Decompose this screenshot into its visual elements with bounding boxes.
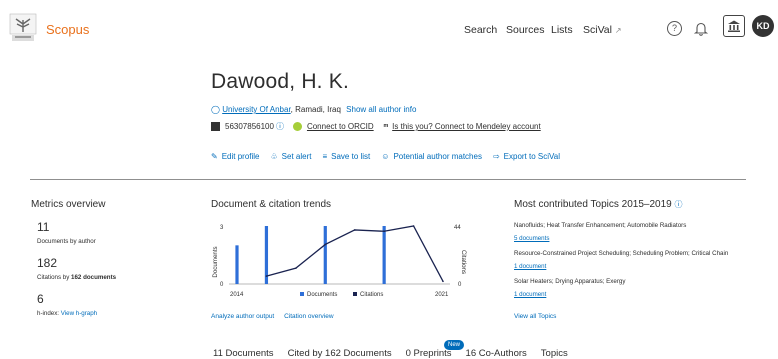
- user-avatar[interactable]: KD: [752, 15, 774, 37]
- top-bar: Scopus Search Sources Lists SciVal ↗ ? K…: [0, 0, 778, 60]
- affiliation-link[interactable]: University Of Anbar: [222, 105, 290, 114]
- topics-title-text: Most contributed Topics 2015–2019: [514, 199, 672, 210]
- set-alert-label: Set alert: [281, 152, 312, 161]
- topic-item-documents-link[interactable]: 5 documents: [514, 235, 549, 242]
- legend-documents-label: Documents: [307, 292, 337, 298]
- elsevier-logo-icon[interactable]: [8, 12, 38, 44]
- view-h-graph-link[interactable]: View h-graph: [61, 310, 97, 317]
- metrics-overview-title: Metrics overview: [31, 199, 106, 210]
- h-index-label: h-index:: [37, 310, 61, 317]
- scopus-brand[interactable]: Scopus: [46, 22, 89, 37]
- export-to-scival-button[interactable]: ⇨ Export to SciVal: [493, 152, 560, 161]
- legend-citations-swatch: [353, 292, 357, 296]
- bell-icon: ♧: [270, 152, 278, 161]
- mendeley-connect-link[interactable]: Is this you? Connect to Mendeley account: [392, 122, 541, 131]
- y-right-tick-max: 44: [454, 225, 461, 231]
- tab-cited-by[interactable]: Cited by 162 Documents: [288, 348, 392, 359]
- h-index-label-row: h-index: View h-graph: [37, 310, 97, 317]
- citation-overview-link[interactable]: Citation overview: [284, 313, 334, 320]
- topic-item-name: Resource-Constrained Project Scheduling;…: [514, 250, 729, 257]
- citations-point[interactable]: [383, 230, 385, 233]
- export-to-scival-label: Export to SciVal: [503, 152, 560, 161]
- documents-count: 11: [37, 220, 50, 234]
- potential-author-matches-button[interactable]: ☺ Potential author matches: [381, 152, 482, 161]
- mendeley-icon: ᵐ: [383, 122, 389, 131]
- legend-citations-label: Citations: [360, 292, 383, 298]
- section-divider: [30, 179, 746, 180]
- tab-documents[interactable]: 11 Documents: [213, 348, 274, 359]
- nav-scival[interactable]: SciVal ↗: [583, 24, 622, 36]
- connect-orcid-link[interactable]: Connect to ORCID: [307, 122, 374, 131]
- topic-item-name: Solar Heaters; Drying Apparatus; Exergy: [514, 278, 626, 285]
- analyze-author-output-link[interactable]: Analyze author output: [211, 313, 274, 320]
- location-icon: ◯: [211, 105, 220, 114]
- citations-line[interactable]: [266, 225, 444, 282]
- export-icon: ⇨: [492, 152, 500, 161]
- id-card-icon: [211, 122, 220, 131]
- author-name: Dawood, H. K.: [211, 70, 349, 93]
- info-icon[interactable]: ⓘ: [674, 200, 682, 209]
- citations-documents-count: 162 documents: [71, 274, 117, 281]
- trends-title: Document & citation trends: [211, 199, 332, 210]
- documents-count-label: Documents by author: [37, 238, 96, 245]
- edit-profile-label: Edit profile: [221, 152, 260, 161]
- view-all-topics-link[interactable]: View all Topics: [514, 313, 556, 320]
- citations-point[interactable]: [265, 275, 268, 277]
- nav-lists[interactable]: Lists: [551, 24, 573, 36]
- documents-bar[interactable]: [323, 226, 327, 284]
- nav-scival-label: SciVal: [583, 24, 612, 36]
- list-icon: ≡: [322, 152, 328, 161]
- legend-documents-swatch: [300, 292, 304, 296]
- citations-count-label: Citations by 162 documents: [37, 274, 116, 281]
- affiliation-location: , Ramadi, Iraq: [290, 105, 341, 114]
- citations-point[interactable]: [412, 225, 415, 227]
- author-id-row: 56307856100 ⓘ Connect to ORCID ᵐ Is this…: [211, 121, 541, 132]
- orcid-icon: [292, 122, 302, 131]
- x-tick-start: 2014: [230, 292, 244, 298]
- set-alert-button[interactable]: ♧ Set alert: [271, 152, 312, 161]
- topic-item-name: Nanofluids; Heat Transfer Enhancement; A…: [514, 222, 687, 229]
- y-left-tick-max: 3: [220, 225, 224, 231]
- save-to-list-button[interactable]: ≡ Save to list: [322, 152, 370, 161]
- show-all-author-info-link[interactable]: Show all author info: [346, 105, 416, 114]
- y-left-tick-min: 0: [220, 282, 224, 288]
- x-tick-end: 2021: [435, 292, 449, 298]
- citations-point[interactable]: [442, 280, 444, 283]
- citations-label-text: Citations by: [37, 274, 72, 281]
- author-actions: ✎ Edit profile ♧ Set alert ≡ Save to list ☺…: [211, 152, 560, 161]
- people-icon: ☺: [381, 152, 390, 161]
- topics-title: Most contributed Topics 2015–2019 ⓘ: [514, 199, 682, 210]
- citations-point[interactable]: [295, 267, 297, 269]
- potential-author-matches-label: Potential author matches: [393, 152, 482, 161]
- tab-preprints[interactable]: 0 Preprints: [406, 348, 452, 359]
- save-to-list-label: Save to list: [331, 152, 371, 161]
- y-right-axis-label: Citations: [460, 250, 467, 274]
- author-tabs: 11 Documents Cited by 162 Documents 0 Pr…: [213, 348, 582, 359]
- trends-footer-links: Analyze author output Citation overview: [211, 313, 334, 320]
- h-index-value: 6: [37, 292, 44, 306]
- external-link-icon: ↗: [614, 26, 622, 35]
- citations-count: 182: [37, 256, 58, 270]
- tab-topics[interactable]: Topics: [541, 348, 568, 359]
- documents-bar[interactable]: [235, 245, 239, 284]
- citations-point[interactable]: [353, 229, 356, 231]
- y-left-axis-label: Documents: [212, 246, 219, 277]
- help-icon[interactable]: ?: [667, 21, 682, 36]
- author-affiliation-row: ◯ University Of Anbar, Ramadi, Iraq Show…: [211, 105, 416, 114]
- scopus-author-id: 56307856100: [225, 122, 274, 131]
- nav-sources[interactable]: Sources: [506, 24, 545, 36]
- pencil-icon: ✎: [211, 152, 218, 161]
- nav-search[interactable]: Search: [464, 24, 497, 36]
- y-right-tick-min: 0: [458, 282, 462, 288]
- document-citation-chart[interactable]: Documents Citations 3 0 44 0 2014 2021 D…: [205, 218, 475, 304]
- info-icon[interactable]: ⓘ: [276, 121, 284, 132]
- topic-item-documents-link[interactable]: 1 document: [514, 263, 546, 270]
- tab-co-authors[interactable]: 16 Co-Authors: [466, 348, 527, 359]
- topic-item-documents-link[interactable]: 1 document: [514, 291, 546, 298]
- citations-point[interactable]: [324, 243, 327, 246]
- edit-profile-button[interactable]: ✎ Edit profile: [211, 152, 260, 161]
- documents-bar[interactable]: [382, 226, 386, 284]
- bell-icon[interactable]: [693, 21, 709, 36]
- institution-icon[interactable]: [723, 15, 745, 37]
